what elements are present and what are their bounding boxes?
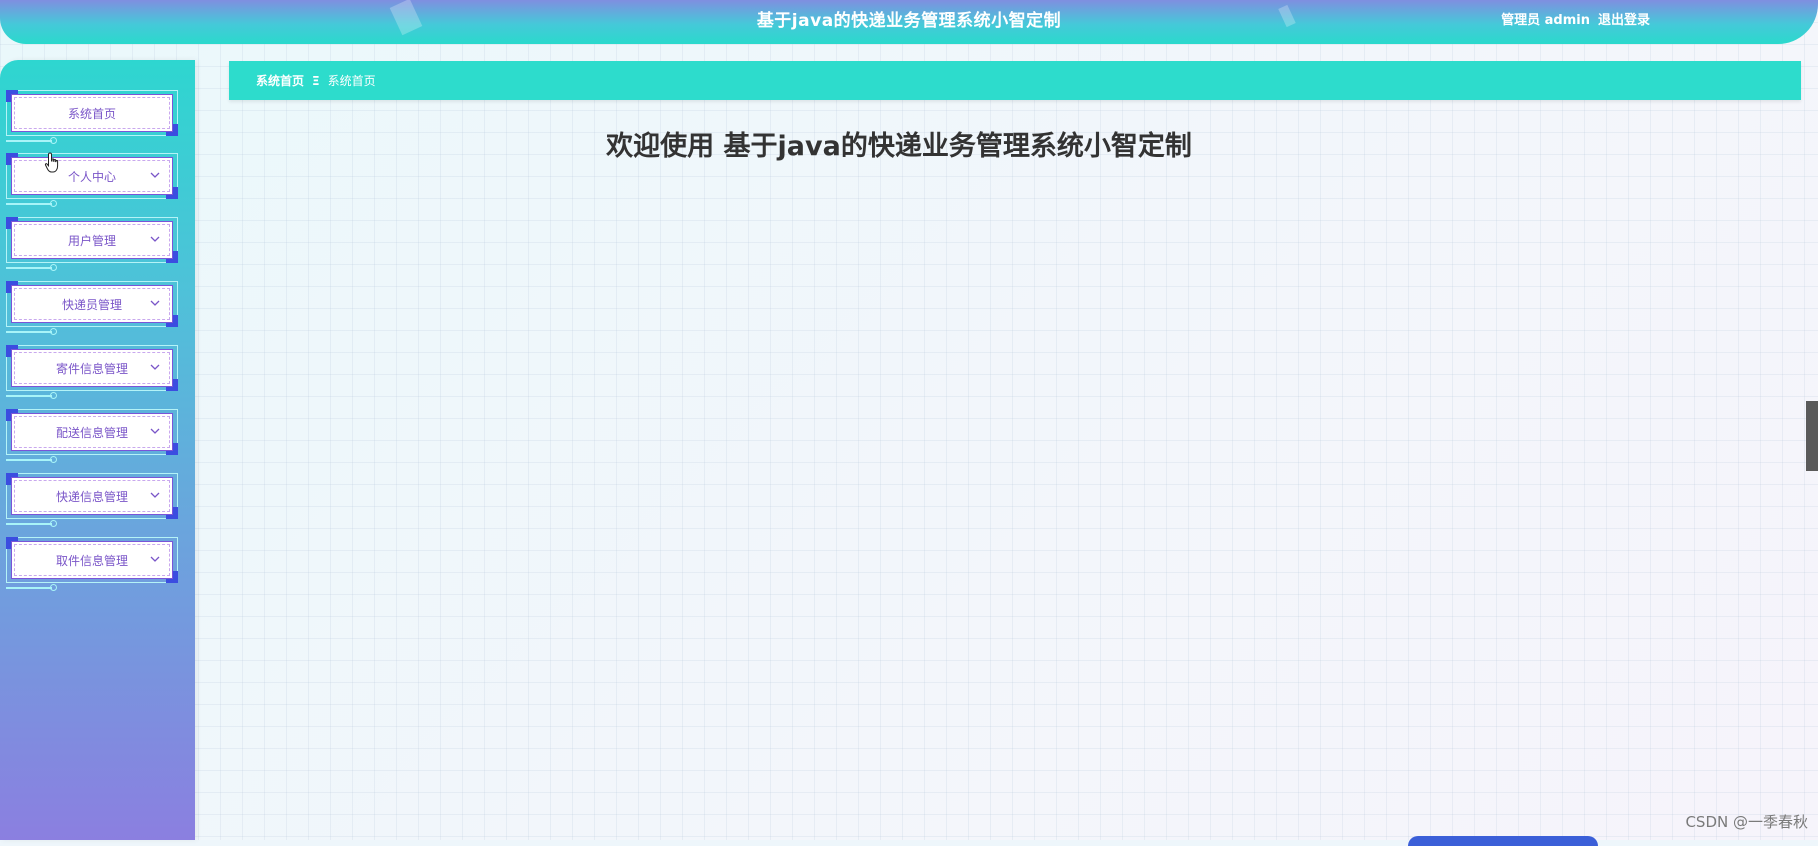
chevron-down-icon: [148, 232, 162, 246]
sidebar-item-label: 取件信息管理: [55, 553, 128, 568]
menu-button[interactable]: 个人中心: [11, 157, 173, 195]
tail-dot: [50, 520, 57, 527]
menu-button[interactable]: 快递信息管理: [11, 477, 173, 515]
tail-dot: [50, 200, 57, 207]
sidebar-item-user-management[interactable]: 用户管理: [6, 217, 178, 271]
chevron-down-icon: [148, 168, 162, 182]
tail-decoration: [6, 140, 52, 142]
sidebar-item-delivery-info-management[interactable]: 配送信息管理: [6, 409, 178, 463]
menu-button[interactable]: 快递员管理: [11, 285, 173, 323]
breadcrumb: 系统首页 Ξ 系统首页: [229, 61, 1801, 100]
menu-button[interactable]: 系统首页: [11, 94, 173, 132]
menu-button[interactable]: 寄件信息管理: [11, 349, 173, 387]
sidebar-item-label: 用户管理: [67, 233, 116, 248]
menu-button[interactable]: 取件信息管理: [11, 541, 173, 579]
sidebar-item-pickup-info-management[interactable]: 取件信息管理: [6, 537, 178, 591]
tail-decoration: [6, 203, 52, 205]
tail-dot: [50, 584, 57, 591]
sidebar-item-label: 配送信息管理: [55, 425, 128, 440]
sidebar: 系统首页 个人中心 用户管理 快递员管理 寄件信息管理 配送信息管理 快递信息管…: [0, 60, 195, 840]
welcome-heading: 欢迎使用 基于java的快递业务管理系统小智定制: [606, 131, 1192, 162]
tail-dot: [50, 264, 57, 271]
breadcrumb-separator: Ξ: [312, 73, 320, 88]
sidebar-item-express-info-management[interactable]: 快递信息管理: [6, 473, 178, 527]
tail-decoration: [6, 331, 52, 333]
tail-decoration: [6, 587, 52, 589]
sidebar-item-send-info-management[interactable]: 寄件信息管理: [6, 345, 178, 399]
tail-decoration: [6, 267, 52, 269]
sidebar-item-label: 个人中心: [67, 169, 116, 184]
sidebar-item-label: 快递信息管理: [55, 489, 128, 504]
hand-cursor-icon: [44, 152, 62, 178]
tail-dot: [50, 392, 57, 399]
sidebar-item-courier-management[interactable]: 快递员管理: [6, 281, 178, 335]
chevron-down-icon: [148, 296, 162, 310]
sidebar-item-label: 快递员管理: [61, 297, 122, 312]
breadcrumb-home[interactable]: 系统首页: [256, 72, 304, 89]
bottom-decoration: [1408, 836, 1598, 846]
menu-button[interactable]: 配送信息管理: [11, 413, 173, 451]
menu-button[interactable]: 用户管理: [11, 221, 173, 259]
watermark-text: CSDN @一季春秋: [1685, 813, 1808, 831]
breadcrumb-current: 系统首页: [327, 74, 376, 88]
sidebar-item-label: 系统首页: [67, 106, 116, 121]
chevron-down-icon: [148, 424, 162, 438]
tail-decoration: [6, 395, 52, 397]
scroll-handle[interactable]: [1806, 401, 1818, 471]
user-area: 管理员 admin 退出登录: [1501, 9, 1650, 28]
tail-dot: [50, 137, 57, 144]
tail-decoration: [6, 459, 52, 461]
sidebar-item-label: 寄件信息管理: [55, 361, 128, 376]
sidebar-item-home[interactable]: 系统首页: [6, 90, 178, 144]
chevron-down-icon: [148, 552, 162, 566]
sidebar-item-personal-center[interactable]: 个人中心: [6, 153, 178, 207]
tail-dot: [50, 328, 57, 335]
tail-dot: [50, 456, 57, 463]
top-header: 基于java的快递业务管理系统小智定制 管理员 admin 退出登录: [0, 0, 1818, 44]
tail-decoration: [6, 523, 52, 525]
chevron-down-icon: [148, 360, 162, 374]
user-label: 管理员 admin: [1501, 13, 1590, 28]
logout-link[interactable]: 退出登录: [1598, 9, 1650, 28]
chevron-down-icon: [148, 488, 162, 502]
